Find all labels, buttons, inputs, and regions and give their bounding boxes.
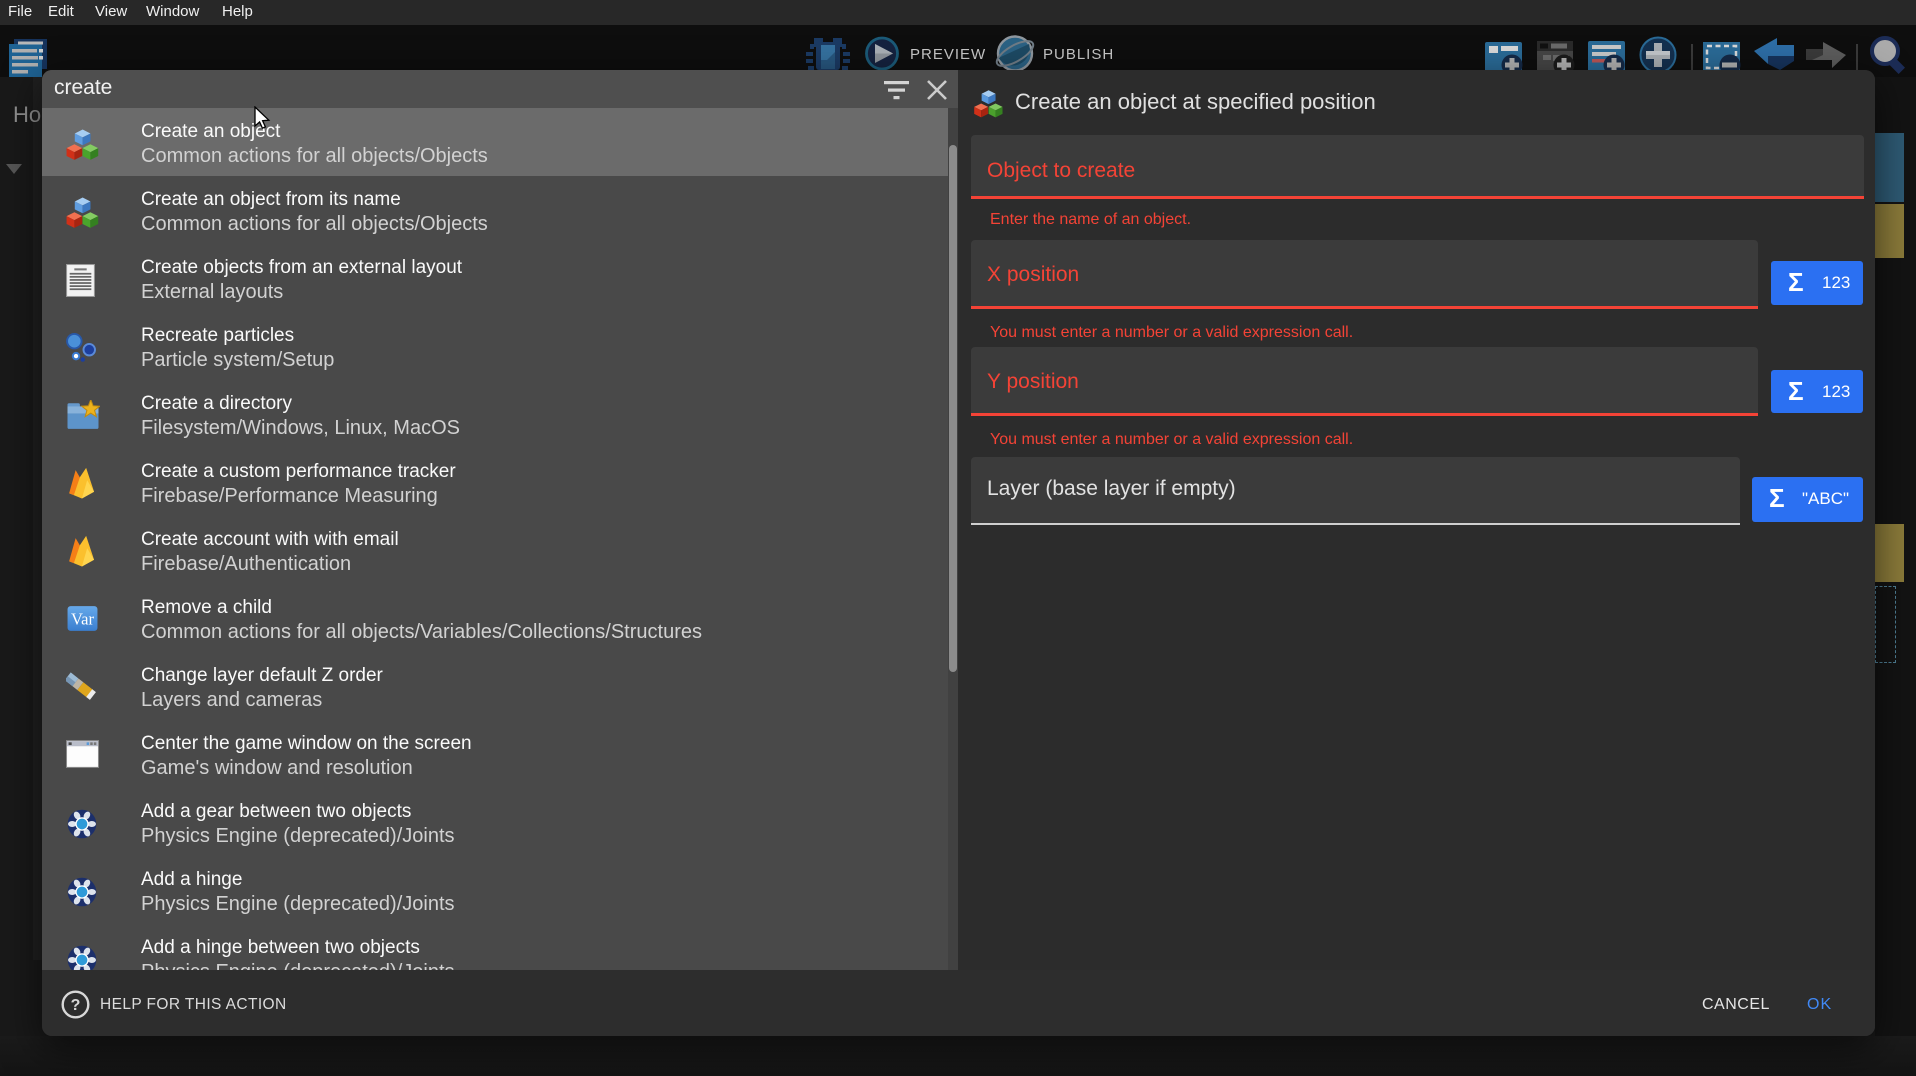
svg-text:Var: Var (71, 610, 94, 629)
svg-text:?: ? (71, 997, 81, 1014)
